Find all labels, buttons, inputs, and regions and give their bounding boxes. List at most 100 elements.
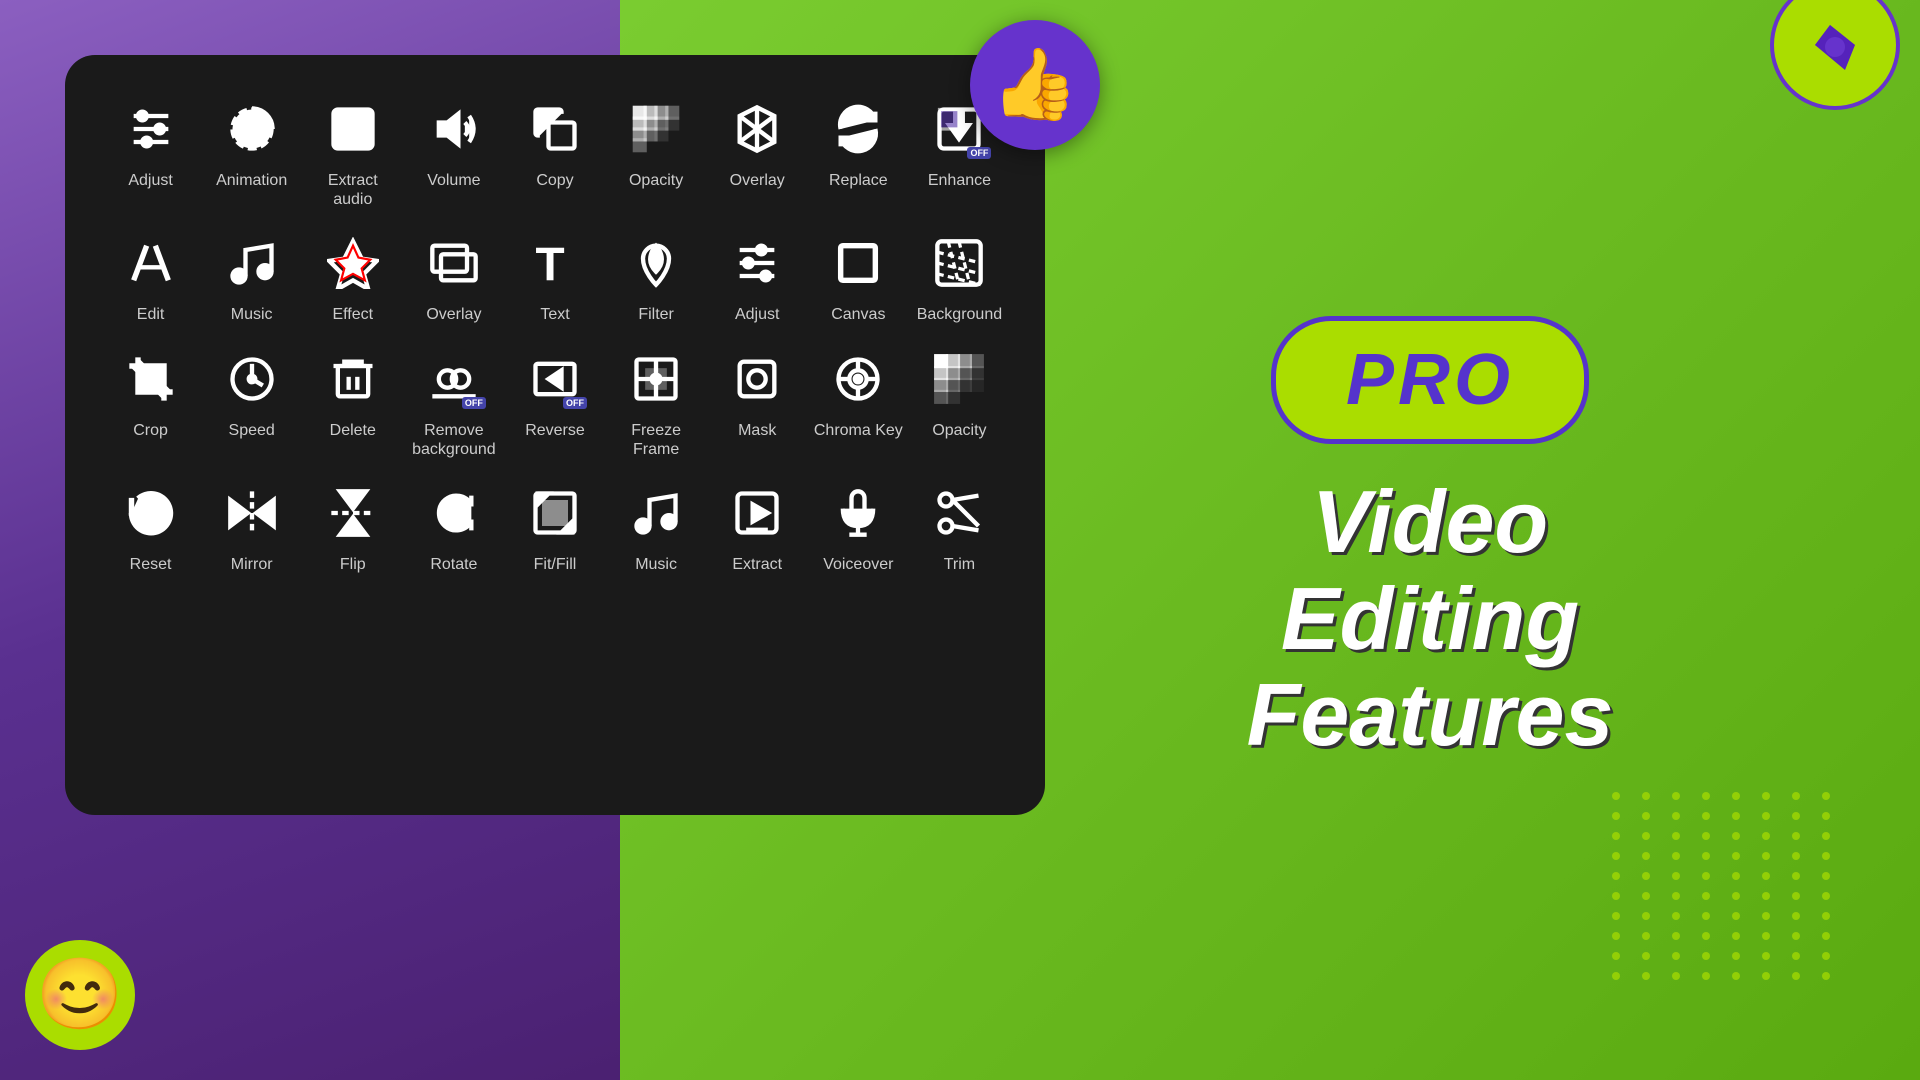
pro-badge: PRO (1271, 316, 1589, 444)
dot (1642, 892, 1650, 900)
dot (1822, 932, 1830, 940)
dot (1702, 892, 1710, 900)
dot (1822, 832, 1830, 840)
dot (1612, 892, 1620, 900)
voiceover-label: Voiceover (823, 555, 893, 574)
dot (1792, 812, 1800, 820)
replace-icon (824, 95, 892, 163)
remove-bg-off-badge: OFF (462, 397, 486, 409)
dot (1672, 952, 1680, 960)
text-label: Text (540, 305, 569, 324)
tool-reset[interactable]: Reset (105, 479, 196, 574)
dot (1792, 972, 1800, 980)
tool-remove-bg[interactable]: OFF Remove background (408, 345, 499, 459)
effect-icon (319, 229, 387, 297)
dot (1732, 832, 1740, 840)
background-label: Background (917, 305, 1002, 324)
music2-label: Music (635, 555, 677, 574)
tool-volume[interactable]: Volume (408, 95, 499, 209)
tool-mask[interactable]: Mask (712, 345, 803, 459)
canvas-icon (824, 229, 892, 297)
tool-reverse[interactable]: OFF Reverse (509, 345, 600, 459)
dot (1612, 932, 1620, 940)
dot (1612, 832, 1620, 840)
mirror-icon (218, 479, 286, 547)
dot (1732, 792, 1740, 800)
tool-edit[interactable]: Edit (105, 229, 196, 324)
tool-chroma-key[interactable]: Chroma Key (813, 345, 904, 459)
headline: Video Editing Features (1247, 474, 1614, 764)
logo-icon (1795, 5, 1875, 85)
tool-freeze-frame[interactable]: Freeze Frame (611, 345, 702, 459)
tool-flip[interactable]: Flip (307, 479, 398, 574)
music-icon (218, 229, 286, 297)
tool-overlay[interactable]: Overlay (712, 95, 803, 209)
thumbs-up-icon: 👍 (991, 44, 1078, 126)
dot (1792, 932, 1800, 940)
tool-mirror[interactable]: Mirror (206, 479, 297, 574)
dot (1672, 892, 1680, 900)
delete-label: Delete (330, 421, 376, 440)
tool-trim[interactable]: Trim (914, 479, 1005, 574)
tool-opacity[interactable]: Opacity (611, 95, 702, 209)
dot (1762, 792, 1770, 800)
dot (1822, 792, 1830, 800)
dot (1762, 832, 1770, 840)
filter-label: Filter (638, 305, 674, 324)
tool-canvas[interactable]: Canvas (813, 229, 904, 324)
dot (1612, 792, 1620, 800)
dot (1642, 852, 1650, 860)
dot (1762, 812, 1770, 820)
tool-extract-audio[interactable]: Extract audio (307, 95, 398, 209)
dot (1732, 872, 1740, 880)
headline-line1: Video (1247, 474, 1614, 571)
dot (1732, 892, 1740, 900)
dot (1612, 812, 1620, 820)
tool-music[interactable]: Music (206, 229, 297, 324)
headline-line3: Features (1247, 667, 1614, 764)
tool-crop[interactable]: Crop (105, 345, 196, 459)
reset-label: Reset (130, 555, 172, 574)
dot (1762, 952, 1770, 960)
opacity-icon (622, 95, 690, 163)
dot (1672, 832, 1680, 840)
mask-icon (723, 345, 791, 413)
tools-grid: Adjust Animation Extract a (85, 85, 1025, 584)
tool-speed[interactable]: Speed (206, 345, 297, 459)
chroma-key-icon (824, 345, 892, 413)
tool-extract[interactable]: Extract (712, 479, 803, 574)
tool-delete[interactable]: Delete (307, 345, 398, 459)
dot (1762, 892, 1770, 900)
tool-overlay2[interactable]: Overlay (408, 229, 499, 324)
tool-fit-fill[interactable]: Fit/Fill (509, 479, 600, 574)
tool-rotate[interactable]: Rotate (408, 479, 499, 574)
dot (1642, 912, 1650, 920)
remove-bg-icon-wrapper: OFF (420, 345, 488, 413)
tool-voiceover[interactable]: Voiceover (813, 479, 904, 574)
dot (1732, 952, 1740, 960)
music-label: Music (231, 305, 273, 324)
dot (1822, 812, 1830, 820)
tool-text[interactable]: T Text (509, 229, 600, 324)
tool-adjust2[interactable]: Adjust (712, 229, 803, 324)
tool-music2[interactable]: Music (611, 479, 702, 574)
tool-replace[interactable]: Replace (813, 95, 904, 209)
thumbs-up-badge: 👍 (970, 20, 1100, 150)
dot (1642, 792, 1650, 800)
dot (1612, 852, 1620, 860)
dot (1672, 912, 1680, 920)
dot (1702, 852, 1710, 860)
dot (1702, 812, 1710, 820)
dot (1732, 812, 1740, 820)
dot (1702, 832, 1710, 840)
tool-background[interactable]: Background (914, 229, 1005, 324)
volume-icon (420, 95, 488, 163)
tool-animation[interactable]: Animation (206, 95, 297, 209)
tool-opacity2[interactable]: Opacity (914, 345, 1005, 459)
tool-effect[interactable]: Effect (307, 229, 398, 324)
dot (1642, 812, 1650, 820)
tool-filter[interactable]: Filter (611, 229, 702, 324)
dot (1822, 952, 1830, 960)
tool-copy[interactable]: Copy (509, 95, 600, 209)
tool-adjust[interactable]: Adjust (105, 95, 196, 209)
